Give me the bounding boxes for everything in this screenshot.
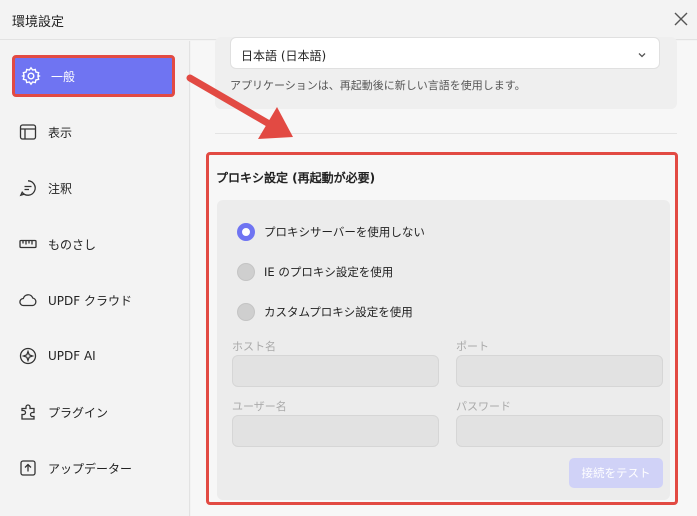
sidebar-item-general[interactable]: 一般 bbox=[12, 55, 175, 97]
radio-no-proxy[interactable]: プロキシサーバーを使用しない bbox=[237, 222, 425, 242]
sidebar-item-label: 表示 bbox=[48, 125, 73, 140]
password-input[interactable] bbox=[456, 415, 663, 447]
sidebar-item-display[interactable]: 表示 bbox=[12, 111, 175, 153]
sidebar-item-annotation[interactable]: 注釈 bbox=[12, 167, 175, 209]
host-input[interactable] bbox=[232, 355, 439, 387]
test-connection-button[interactable]: 接続をテスト bbox=[569, 458, 663, 488]
radio-custom-proxy[interactable]: カスタムプロキシ設定を使用 bbox=[237, 302, 413, 322]
divider bbox=[215, 133, 677, 134]
sidebar-item-ai[interactable]: UPDF AI bbox=[12, 335, 175, 377]
comment-icon bbox=[18, 178, 38, 198]
radio-label: カスタムプロキシ設定を使用 bbox=[264, 305, 413, 319]
proxy-panel: プロキシサーバーを使用しない IE のプロキシ設定を使用 カスタムプロキシ設定を… bbox=[217, 200, 670, 500]
port-input[interactable] bbox=[456, 355, 663, 387]
gear-icon bbox=[21, 66, 41, 86]
close-icon[interactable] bbox=[672, 10, 690, 28]
ai-icon bbox=[18, 346, 38, 366]
radio-button[interactable] bbox=[237, 263, 255, 281]
sidebar-item-label: UPDF クラウド bbox=[48, 293, 132, 308]
username-input[interactable] bbox=[232, 415, 439, 447]
sidebar-item-label: 注釈 bbox=[48, 181, 73, 196]
ruler-icon bbox=[18, 234, 38, 254]
host-label: ホスト名 bbox=[232, 340, 276, 353]
plugin-icon bbox=[18, 402, 38, 422]
title-bar: 環境設定 bbox=[0, 0, 697, 40]
radio-button[interactable] bbox=[237, 303, 255, 321]
sidebar-item-label: UPDF AI bbox=[48, 349, 96, 363]
radio-ie-proxy[interactable]: IE のプロキシ設定を使用 bbox=[237, 262, 393, 282]
language-card: 日本語 (日本語) アプリケーションは、再起動後に新しい言語を使用します。 bbox=[215, 37, 677, 109]
sidebar: 一般 表示 注釈 ものさし UPDF クラウド UPDF AI プラグイン アッ… bbox=[0, 41, 190, 516]
language-select[interactable]: 日本語 (日本語) bbox=[230, 37, 660, 69]
sidebar-item-plugin[interactable]: プラグイン bbox=[12, 391, 175, 433]
radio-button-checked[interactable] bbox=[237, 223, 255, 241]
sidebar-item-updater[interactable]: アップデーター bbox=[12, 447, 175, 489]
language-note: アプリケーションは、再起動後に新しい言語を使用します。 bbox=[230, 79, 526, 92]
update-icon bbox=[18, 458, 38, 478]
radio-label: IE のプロキシ設定を使用 bbox=[264, 265, 394, 279]
window-title: 環境設定 bbox=[12, 15, 65, 30]
proxy-section-title: プロキシ設定 (再起動が必要) bbox=[216, 171, 376, 185]
cloud-icon bbox=[18, 290, 38, 310]
username-label: ユーザー名 bbox=[232, 400, 287, 413]
sidebar-item-label: 一般 bbox=[51, 69, 76, 84]
settings-content: 日本語 (日本語) アプリケーションは、再起動後に新しい言語を使用します。 プロ… bbox=[191, 37, 697, 516]
language-selected-value: 日本語 (日本語) bbox=[241, 49, 327, 63]
password-label: パスワード bbox=[456, 400, 511, 413]
chevron-down-icon bbox=[637, 49, 647, 63]
radio-label: プロキシサーバーを使用しない bbox=[264, 225, 425, 239]
sidebar-item-cloud[interactable]: UPDF クラウド bbox=[12, 279, 175, 321]
sidebar-item-label: ものさし bbox=[48, 237, 97, 252]
sidebar-item-ruler[interactable]: ものさし bbox=[12, 223, 175, 265]
sidebar-item-label: プラグイン bbox=[48, 405, 109, 420]
proxy-settings-section: プロキシ設定 (再起動が必要) プロキシサーバーを使用しない IE のプロキシ設… bbox=[206, 152, 678, 505]
sidebar-item-label: アップデーター bbox=[48, 461, 133, 476]
display-icon bbox=[18, 122, 38, 142]
port-label: ポート bbox=[456, 340, 489, 353]
